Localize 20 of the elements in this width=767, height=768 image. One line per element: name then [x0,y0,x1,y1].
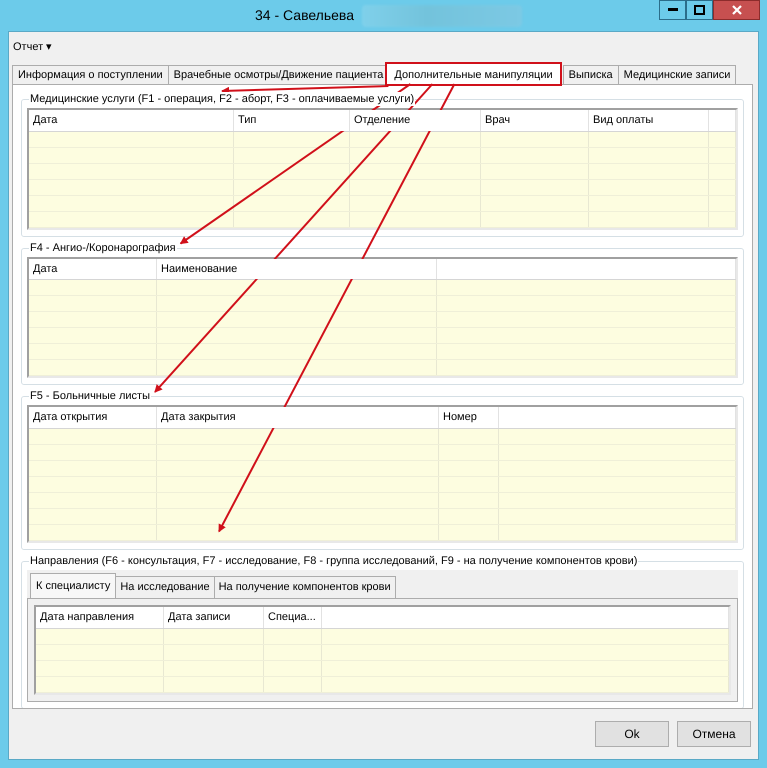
minimize-icon [668,8,678,12]
window-title: 34 - Савельева [255,6,354,25]
dialog-button[interactable]: Ok [595,721,669,747]
group-title: Направления (F6 - консультация, F7 - исследование, F8 - группа исследований, F9 - на получение компонентов крови) [29,554,638,568]
maximize-icon [694,5,705,15]
tab[interactable]: Дополнительные манипуляции [386,63,561,85]
minimize-button[interactable] [659,0,686,20]
column-header[interactable]: Отделение [350,110,481,130]
menu-item[interactable]: Отчет ▾ [11,36,54,58]
maximize-button[interactable] [686,0,713,20]
tab[interactable]: Информация о поступлении [12,65,169,84]
tab[interactable]: Выписка [562,65,619,84]
group-title: Медицинские услуги (F1 - операция, F2 - аборт, F3 - оплачиваемые услуги) [29,92,416,106]
close-icon [732,5,742,15]
tab[interactable]: К специалисту [30,572,116,598]
dialog-button[interactable]: Отмена [677,721,751,747]
close-button[interactable] [713,0,760,20]
tab[interactable]: Медицинские записи [618,65,736,84]
group-title: F4 - Ангио-/Коронарография [29,240,177,254]
tab[interactable]: На получение компонентов крови [214,576,396,598]
